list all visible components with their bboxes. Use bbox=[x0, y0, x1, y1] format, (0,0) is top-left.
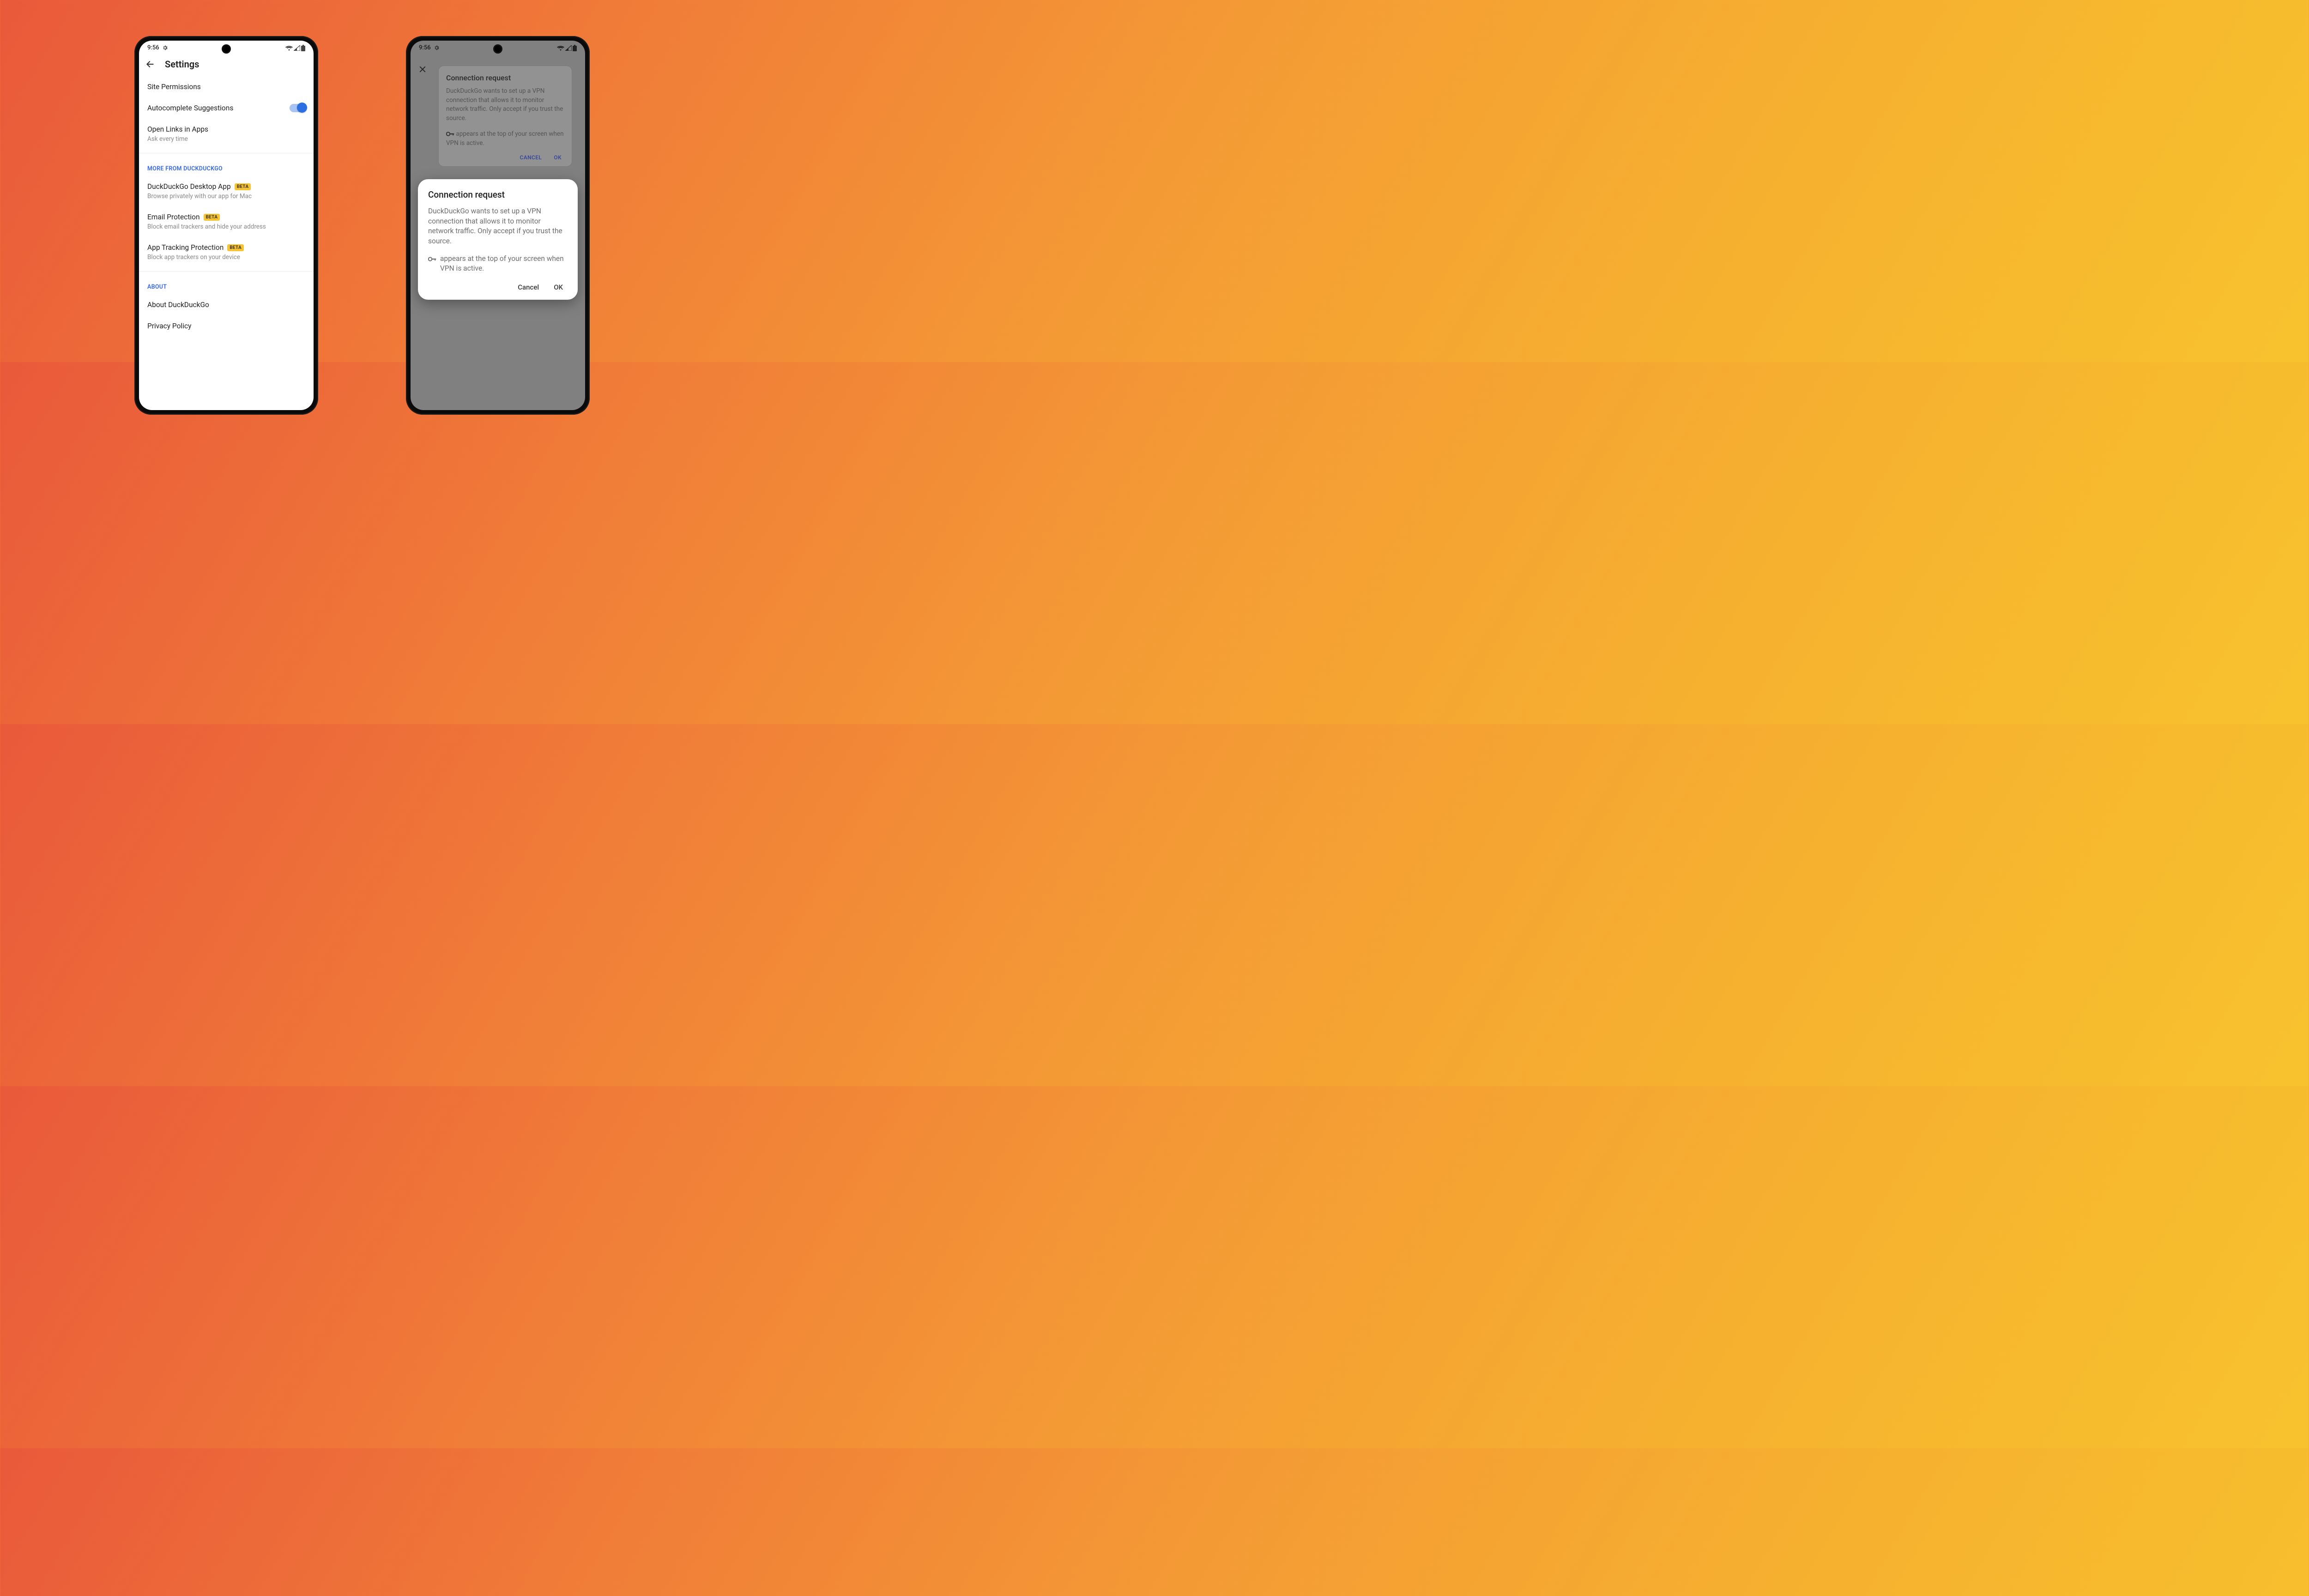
connection-request-dialog: Connection request DuckDuckGo wants to s… bbox=[418, 179, 578, 300]
row-app-tracking-protection[interactable]: App Tracking Protection BETA Block app t… bbox=[139, 237, 314, 267]
dialog-actions: CANCEL OK bbox=[446, 148, 564, 162]
section-header-about: ABOUT bbox=[139, 275, 314, 294]
row-label-text: Email Protection bbox=[147, 213, 200, 221]
ok-button[interactable]: OK bbox=[554, 283, 563, 291]
row-label: App Tracking Protection BETA bbox=[147, 243, 305, 252]
settings-gear-status-icon bbox=[434, 45, 440, 51]
dialog-body-secondary: appears at the top of your screen when V… bbox=[446, 129, 564, 148]
row-sublabel: Block email trackers and hide your addre… bbox=[147, 223, 305, 230]
dialog-title: Connection request bbox=[446, 73, 564, 82]
dialog-title: Connection request bbox=[428, 189, 568, 200]
row-label-text: App Tracking Protection bbox=[147, 243, 224, 252]
battery-icon bbox=[573, 45, 577, 51]
ok-button[interactable]: OK bbox=[554, 154, 562, 161]
row-sublabel: Block app trackers on your device bbox=[147, 254, 305, 261]
row-label-text: DuckDuckGo Desktop App bbox=[147, 182, 231, 191]
dialog-actions: Cancel OK bbox=[428, 274, 568, 293]
row-email-protection[interactable]: Email Protection BETA Block email tracke… bbox=[139, 206, 314, 237]
dialog-body: DuckDuckGo wants to set up a VPN connect… bbox=[428, 206, 568, 247]
row-sublabel: Browse privately with our app for Mac bbox=[147, 193, 305, 200]
beta-badge: BETA bbox=[227, 244, 244, 251]
status-time: 9:56 bbox=[147, 44, 159, 51]
row-label: Site Permissions bbox=[147, 83, 305, 91]
phone-connection-request: 9:56 Connection request DuckDuckGo wants… bbox=[406, 36, 590, 415]
background-dialog: Connection request DuckDuckGo wants to s… bbox=[438, 66, 572, 167]
cancel-button[interactable]: Cancel bbox=[518, 283, 539, 291]
vpn-key-icon bbox=[428, 255, 436, 262]
dialog-body: DuckDuckGo wants to set up a VPN connect… bbox=[446, 87, 564, 123]
row-autocomplete-suggestions[interactable]: Autocomplete Suggestions bbox=[139, 97, 314, 119]
row-sublabel: Ask every time bbox=[147, 135, 305, 143]
wifi-icon bbox=[285, 45, 293, 51]
close-icon[interactable] bbox=[418, 65, 427, 74]
camera-cutout bbox=[493, 44, 502, 54]
row-label: About DuckDuckGo bbox=[147, 301, 305, 309]
dialog-body-text: appears at the top of your screen when V… bbox=[446, 130, 564, 147]
vpn-key-icon bbox=[446, 131, 454, 137]
signal-icon bbox=[294, 45, 300, 51]
row-label: Open Links in Apps bbox=[147, 125, 305, 133]
phone-settings: 9:56 Settings Site Permissions bbox=[134, 36, 318, 415]
back-arrow-icon[interactable] bbox=[145, 60, 155, 69]
toggle-switch[interactable] bbox=[290, 104, 305, 112]
divider bbox=[139, 271, 314, 272]
row-label: Privacy Policy bbox=[147, 322, 305, 330]
row-label: Email Protection BETA bbox=[147, 213, 305, 221]
beta-badge: BETA bbox=[235, 183, 251, 190]
row-site-permissions[interactable]: Site Permissions bbox=[139, 76, 314, 97]
row-label: DuckDuckGo Desktop App BETA bbox=[147, 182, 305, 191]
dialog-body-text: appears at the top of your screen when V… bbox=[440, 254, 568, 274]
cancel-button[interactable]: CANCEL bbox=[520, 154, 542, 161]
dialog-body-secondary: appears at the top of your screen when V… bbox=[428, 254, 568, 274]
settings-gear-status-icon bbox=[162, 45, 168, 51]
wifi-icon bbox=[557, 45, 564, 51]
row-label: Autocomplete Suggestions bbox=[147, 104, 233, 112]
status-time: 9:56 bbox=[419, 44, 431, 51]
settings-list: Site Permissions Autocomplete Suggestion… bbox=[139, 76, 314, 337]
camera-cutout bbox=[222, 44, 231, 54]
signal-icon bbox=[565, 45, 572, 51]
titlebar: Settings bbox=[139, 52, 314, 76]
section-header-more: MORE FROM DUCKDUCKGO bbox=[139, 157, 314, 176]
row-desktop-app[interactable]: DuckDuckGo Desktop App BETA Browse priva… bbox=[139, 176, 314, 206]
row-privacy-policy[interactable]: Privacy Policy bbox=[139, 315, 314, 337]
battery-icon bbox=[301, 45, 305, 51]
page-title: Settings bbox=[165, 59, 199, 70]
beta-badge: BETA bbox=[204, 214, 220, 221]
row-about-duckduckgo[interactable]: About DuckDuckGo bbox=[139, 294, 314, 315]
row-open-links-in-apps[interactable]: Open Links in Apps Ask every time bbox=[139, 119, 314, 149]
